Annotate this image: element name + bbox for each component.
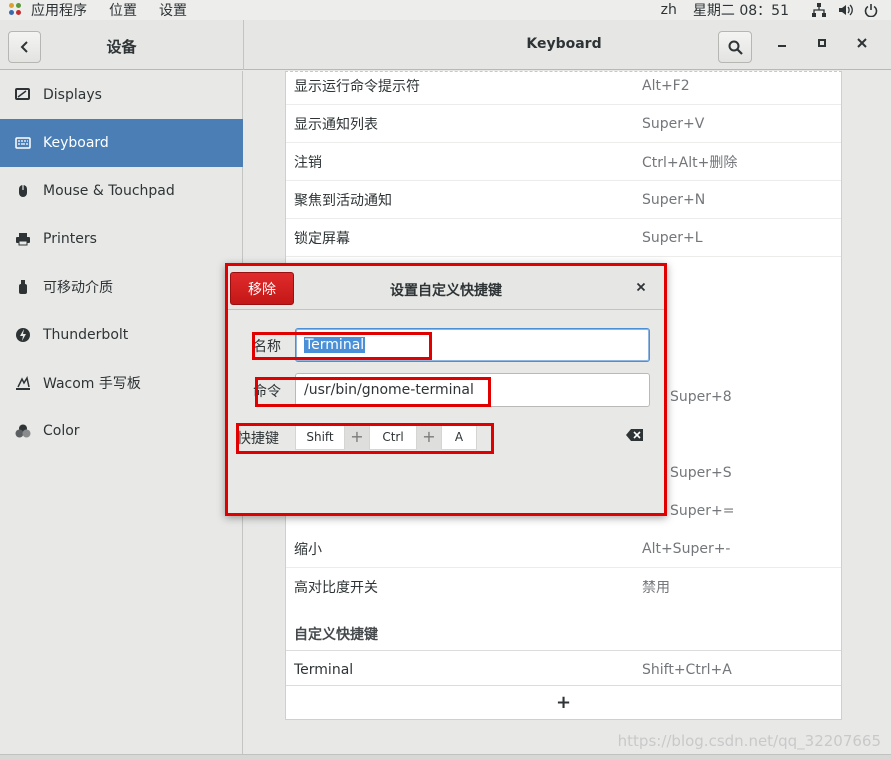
sidebar-item-label: Printers xyxy=(43,231,97,247)
clock[interactable]: 星期二 08：51 xyxy=(693,0,789,20)
sidebar: Displays Keyboard Mouse & Touchpad Print… xyxy=(0,71,243,760)
shortcut-label: Terminal xyxy=(294,661,354,678)
close-icon xyxy=(636,282,646,292)
shortcut-label: 缩小 xyxy=(294,541,322,558)
sidebar-item-label: 可移动介质 xyxy=(43,280,113,296)
sidebar-item-removable-media[interactable]: 可移动介质 xyxy=(0,263,243,311)
shortcut-accel: Shift+Ctrl+A xyxy=(642,661,732,678)
top-bar-status: zh 星期二 08：51 xyxy=(661,0,891,20)
dialog-title: 设置自定义快捷键 xyxy=(390,283,502,299)
add-shortcut-button[interactable]: + xyxy=(286,685,841,719)
input-language[interactable]: zh xyxy=(661,2,677,18)
maximize-button[interactable] xyxy=(812,36,832,56)
volume-icon[interactable] xyxy=(837,2,853,18)
top-bar: 应用程序 位置 设置 zh 星期二 08：51 xyxy=(0,0,891,20)
sidebar-item-printers[interactable]: Printers xyxy=(0,215,243,263)
annotation-box-name xyxy=(252,332,432,360)
usb-icon xyxy=(14,278,32,296)
sidebar-item-wacom[interactable]: Wacom 手写板 xyxy=(0,359,243,407)
header-bar: 设备 Keyboard xyxy=(0,20,891,70)
settings-menu[interactable]: 设置 xyxy=(159,0,187,20)
bottom-strip xyxy=(0,754,891,760)
shortcut-label: 显示运行命令提示符 xyxy=(294,78,420,95)
shortcut-accel: Ctrl+Alt+删除 xyxy=(642,154,738,171)
custom-shortcuts-heading: 自定义快捷键 xyxy=(294,627,378,643)
annotation-box-shortcut xyxy=(236,423,494,454)
shortcut-row[interactable]: 锁定屏幕 Super+L xyxy=(286,219,841,257)
shortcut-accel: Super+= xyxy=(670,503,735,519)
sidebar-item-label: Displays xyxy=(43,87,102,103)
sidebar-item-color[interactable]: Color xyxy=(0,407,243,455)
shortcut-row[interactable]: 缩小 Alt+Super+- xyxy=(286,530,841,568)
shortcut-row[interactable]: 显示通知列表 Super+V xyxy=(286,105,841,143)
sidebar-item-keyboard[interactable]: Keyboard xyxy=(0,119,243,167)
maximize-icon xyxy=(818,39,826,47)
sidebar-item-displays[interactable]: Displays xyxy=(0,71,243,119)
shortcut-label: 注销 xyxy=(294,154,322,171)
search-button[interactable] xyxy=(718,31,752,63)
gnome-foot-icon[interactable] xyxy=(9,3,23,17)
erase-shortcut-icon[interactable] xyxy=(626,428,644,444)
shortcut-label: 显示通知列表 xyxy=(294,116,378,133)
tablet-icon xyxy=(14,374,32,392)
remove-button[interactable]: 移除 xyxy=(230,272,294,305)
color-icon xyxy=(14,422,32,440)
shortcut-accel: Super+L xyxy=(642,229,703,246)
sidebar-item-label: Color xyxy=(43,423,80,439)
shortcut-accel: Alt+F2 xyxy=(642,77,690,94)
sidebar-item-label: Keyboard xyxy=(43,135,109,151)
search-icon xyxy=(728,40,743,55)
close-window-button[interactable] xyxy=(852,36,872,56)
shortcut-row[interactable]: 高对比度开关 禁用 xyxy=(286,568,841,606)
power-icon[interactable] xyxy=(863,2,879,18)
shortcut-row[interactable]: 注销 Ctrl+Alt+删除 xyxy=(286,143,841,181)
display-icon xyxy=(14,86,32,104)
minimize-button[interactable] xyxy=(772,36,792,56)
keyboard-icon xyxy=(14,134,32,152)
sidebar-item-label: Thunderbolt xyxy=(43,327,129,343)
dialog-close-button[interactable] xyxy=(632,279,650,297)
shortcut-row[interactable]: 显示运行命令提示符 Alt+F2 xyxy=(286,67,841,105)
shortcut-accel: Super+S xyxy=(670,465,732,481)
applications-menu[interactable]: 应用程序 xyxy=(31,0,87,20)
shortcut-accel: Alt+Super+- xyxy=(642,540,731,557)
shortcut-accel: Super+V xyxy=(642,115,705,132)
shortcut-accel: Super+N xyxy=(642,191,706,208)
shortcut-accel: 禁用 xyxy=(642,580,670,596)
shortcut-label: 锁定屏幕 xyxy=(294,230,350,247)
custom-shortcut-dialog: 移除 设置自定义快捷键 名称 Terminal 命令 /usr/bin/gnom… xyxy=(225,263,667,516)
shortcut-label: 高对比度开关 xyxy=(294,580,378,596)
watermark: https://blog.csdn.net/qq_32207665 xyxy=(617,732,881,750)
printer-icon xyxy=(14,230,32,248)
places-menu[interactable]: 位置 xyxy=(109,0,137,20)
sidebar-item-thunderbolt[interactable]: Thunderbolt xyxy=(0,311,243,359)
thunderbolt-icon xyxy=(14,326,32,344)
mouse-icon xyxy=(14,182,32,200)
shortcut-accel: Super+8 xyxy=(670,389,732,405)
annotation-box-command xyxy=(255,377,491,407)
sidebar-item-mouse[interactable]: Mouse & Touchpad xyxy=(0,167,243,215)
network-icon[interactable] xyxy=(811,2,827,18)
shortcut-row[interactable]: 聚焦到活动通知 Super+N xyxy=(286,181,841,219)
sidebar-item-label: Wacom 手写板 xyxy=(43,376,141,392)
sidebar-title: 设备 xyxy=(106,38,137,56)
minimize-icon xyxy=(778,45,786,47)
shortcut-row[interactable]: Terminal Shift+Ctrl+A xyxy=(286,650,841,688)
dialog-header: 移除 设置自定义快捷键 xyxy=(228,266,664,310)
shortcut-label: 聚焦到活动通知 xyxy=(294,192,392,209)
sidebar-item-label: Mouse & Touchpad xyxy=(43,183,175,199)
close-icon xyxy=(857,38,867,48)
